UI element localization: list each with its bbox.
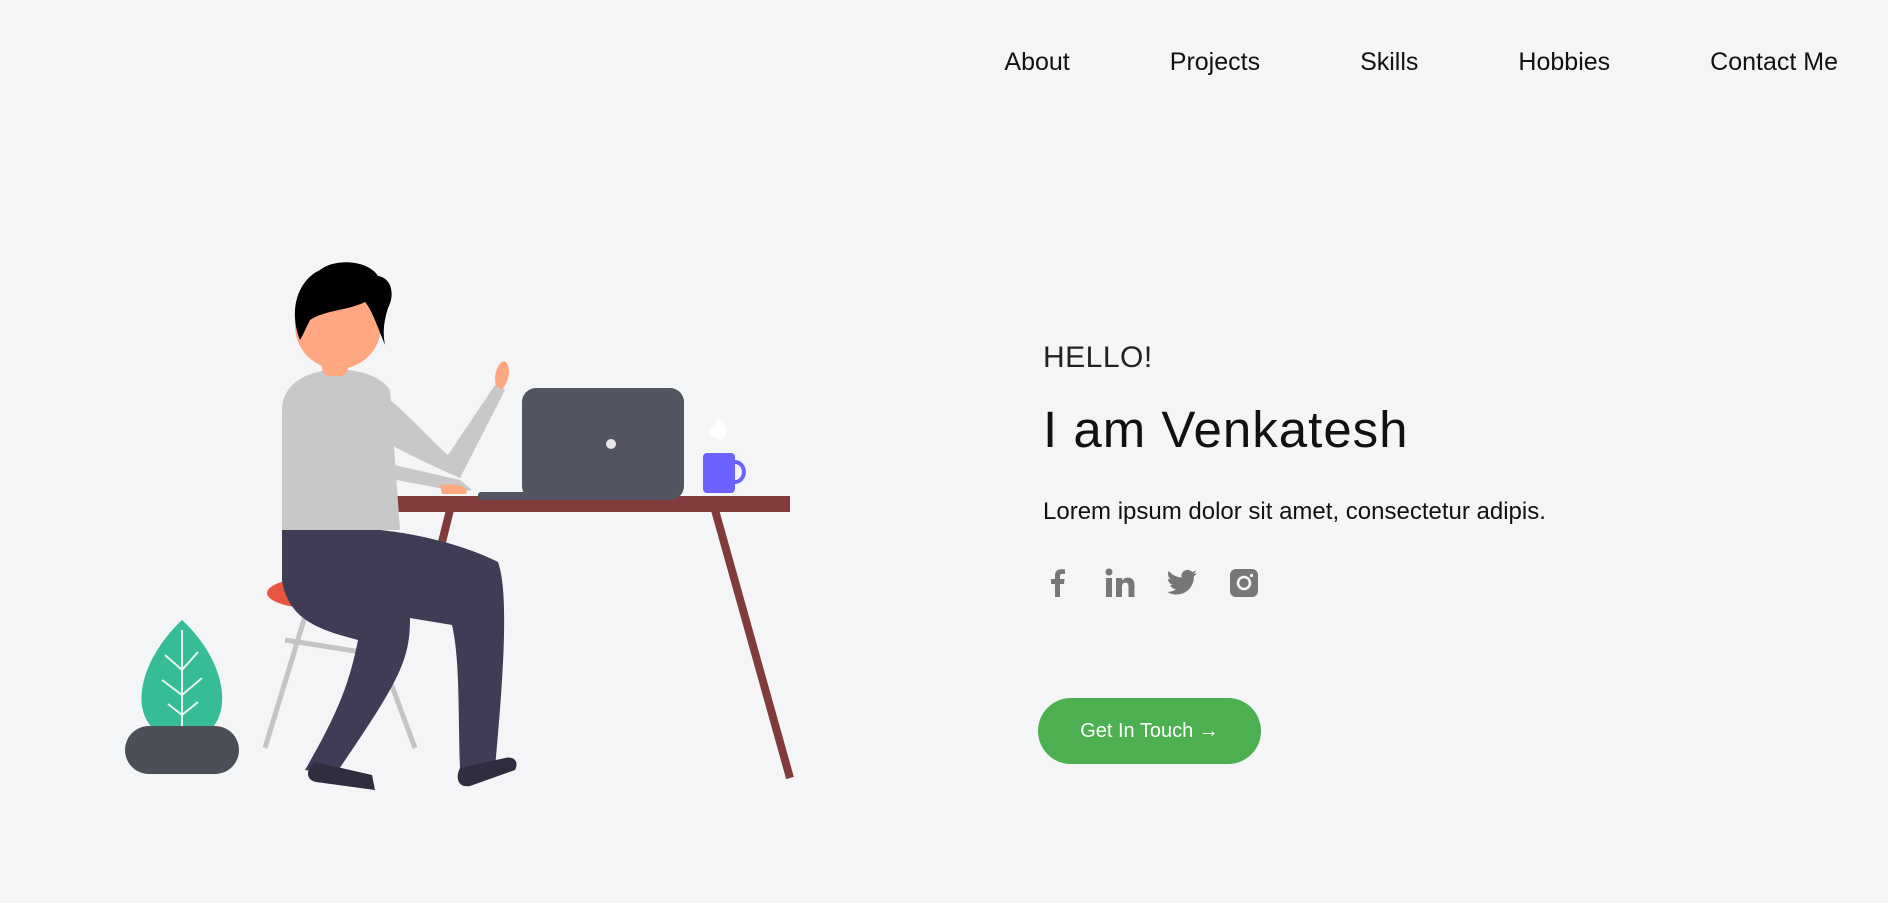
laptop-illustration: [478, 388, 684, 500]
main-nav: About Projects Skills Hobbies Contact Me: [1004, 44, 1838, 80]
linkedin-icon[interactable]: [1105, 568, 1135, 598]
mug-illustration: [703, 418, 746, 493]
social-links: [1043, 568, 1803, 598]
developer-illustration: [110, 240, 810, 820]
nav-projects-link[interactable]: Projects: [1170, 44, 1260, 80]
get-in-touch-button[interactable]: Get In Touch →: [1038, 698, 1261, 764]
twitter-icon[interactable]: [1167, 568, 1197, 598]
greeting-text: HELLO!: [1043, 341, 1153, 374]
nav-about-link[interactable]: About: [1004, 44, 1069, 80]
plant-illustration: [125, 620, 239, 774]
page-title: I am Venkatesh: [1043, 401, 1409, 458]
nav-hobbies-link[interactable]: Hobbies: [1518, 44, 1610, 80]
nav-contact-link[interactable]: Contact Me: [1710, 44, 1838, 80]
nav-skills-link[interactable]: Skills: [1360, 44, 1418, 80]
hero-description: Lorem ipsum dolor sit amet, consectetur …: [1043, 498, 1546, 525]
hero-section: HELLO! I am Venkatesh Lorem ipsum dolor …: [1043, 338, 1803, 598]
person-at-desk-illustration: [125, 262, 794, 790]
desk-illustration: [375, 496, 794, 780]
instagram-icon[interactable]: [1229, 568, 1259, 598]
facebook-icon[interactable]: [1043, 568, 1073, 598]
